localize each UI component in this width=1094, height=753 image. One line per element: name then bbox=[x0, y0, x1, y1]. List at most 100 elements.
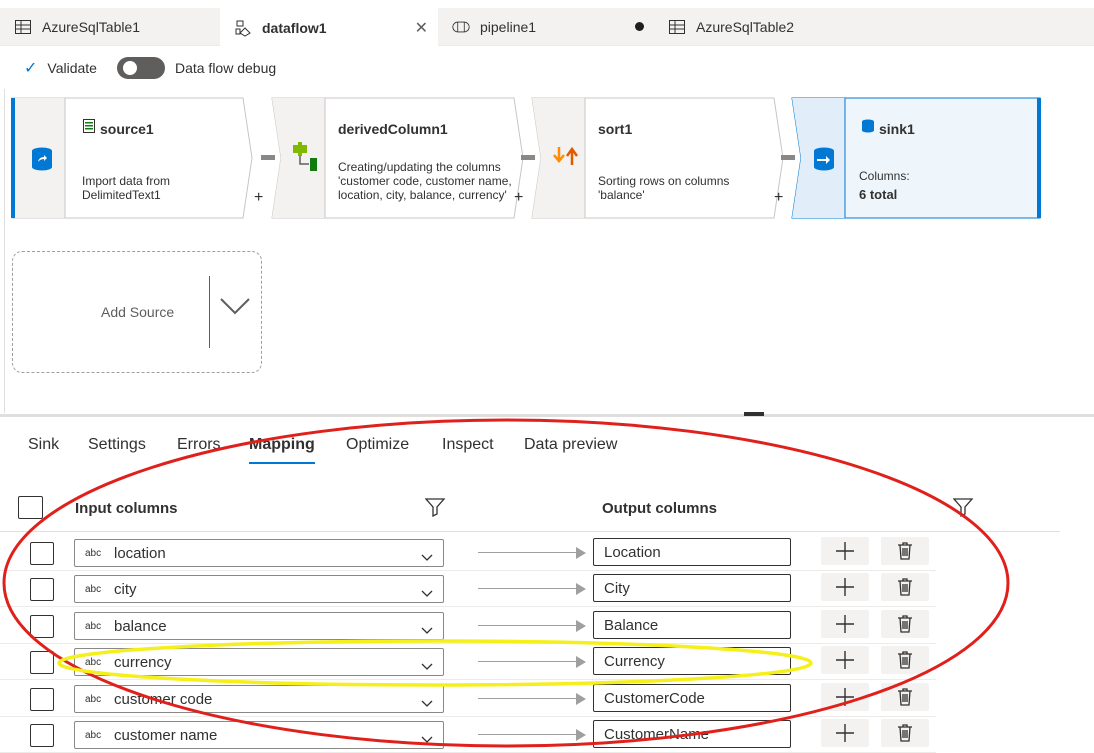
mapping-row: abc currency Currency bbox=[0, 644, 936, 681]
output-column-field[interactable]: Balance bbox=[593, 610, 791, 639]
add-transform-plus-icon[interactable]: + bbox=[514, 189, 523, 207]
add-mapping-button[interactable] bbox=[821, 682, 869, 711]
tab-pipeline1[interactable]: pipeline1 bbox=[438, 8, 654, 46]
mapping-arrow bbox=[478, 734, 578, 735]
source-database-icon bbox=[31, 147, 53, 176]
source1-node[interactable]: source1 Import data from DelimitedText1 bbox=[11, 97, 253, 219]
plus-icon bbox=[836, 687, 854, 706]
chevron-down-icon[interactable] bbox=[421, 585, 433, 603]
arrow-right-icon bbox=[576, 583, 586, 596]
sql-database-icon bbox=[861, 119, 875, 138]
string-type-icon: abc bbox=[85, 548, 102, 559]
trash-icon bbox=[898, 542, 912, 560]
input-column-select[interactable]: abc customer name bbox=[74, 721, 444, 749]
filter-icon[interactable] bbox=[952, 497, 974, 521]
input-column-select[interactable]: abc location bbox=[74, 539, 444, 567]
data-flow-debug-toggle[interactable] bbox=[116, 57, 165, 79]
delete-mapping-button[interactable] bbox=[881, 719, 929, 747]
mapping-row: abc customer code CustomerCode bbox=[0, 681, 936, 717]
add-transform-plus-icon[interactable]: + bbox=[774, 189, 783, 207]
tab-inspect[interactable]: Inspect bbox=[442, 436, 494, 454]
plus-icon bbox=[836, 724, 854, 742]
chevron-down-icon[interactable] bbox=[421, 622, 433, 640]
sort1-node[interactable]: sort1 Sorting rows on columns 'balance' bbox=[531, 97, 784, 219]
tab-dataflow1[interactable]: dataflow1 ✕ bbox=[220, 8, 438, 47]
columns-total: 6 total bbox=[859, 187, 898, 202]
node-description: Sorting rows on columns 'balance' bbox=[598, 174, 730, 202]
output-column-field[interactable]: City bbox=[593, 574, 791, 603]
validate-button[interactable]: ✓ Validate bbox=[24, 58, 97, 78]
tab-data-preview[interactable]: Data preview bbox=[524, 436, 617, 454]
add-transform-plus-icon[interactable]: + bbox=[254, 189, 263, 207]
row-checkbox[interactable] bbox=[30, 651, 54, 675]
add-mapping-button[interactable] bbox=[821, 537, 869, 565]
pipeline-icon bbox=[452, 18, 470, 36]
trash-icon bbox=[898, 724, 912, 742]
output-column-field[interactable]: Currency bbox=[593, 647, 791, 676]
tab-azuresqltable1[interactable]: AzureSqlTable1 bbox=[0, 8, 220, 46]
columns-label: Columns: bbox=[859, 169, 910, 183]
chevron-down-icon[interactable] bbox=[219, 296, 251, 321]
chevron-down-icon[interactable] bbox=[421, 731, 433, 749]
output-column-value: CustomerName bbox=[604, 726, 710, 743]
output-column-value: Balance bbox=[604, 616, 659, 634]
delete-mapping-button[interactable] bbox=[881, 646, 929, 675]
input-column-value: location bbox=[114, 545, 166, 562]
add-mapping-button[interactable] bbox=[821, 609, 869, 638]
splitter-grip[interactable] bbox=[744, 412, 764, 416]
tab-errors[interactable]: Errors bbox=[177, 436, 221, 454]
tab-optimize[interactable]: Optimize bbox=[346, 436, 409, 454]
row-checkbox[interactable] bbox=[30, 614, 54, 638]
mapping-arrow bbox=[478, 624, 578, 626]
tab-label: pipeline1 bbox=[480, 19, 537, 35]
mapping-row: abc customer name CustomerName bbox=[0, 717, 936, 753]
row-checkbox[interactable] bbox=[30, 578, 54, 602]
delete-mapping-button[interactable] bbox=[881, 682, 929, 711]
file-icon bbox=[83, 119, 95, 138]
input-column-select[interactable]: abc currency bbox=[74, 648, 444, 677]
add-mapping-button[interactable] bbox=[821, 646, 869, 675]
node-description: Import data from DelimitedText1 bbox=[82, 174, 171, 202]
validate-label: Validate bbox=[47, 60, 97, 76]
derivedcolumn1-node[interactable]: derivedColumn1 Creating/updating the col… bbox=[271, 97, 524, 219]
arrow-right-icon bbox=[576, 692, 586, 705]
add-source-placeholder[interactable]: Add Source bbox=[12, 251, 262, 373]
tab-label: AzureSqlTable1 bbox=[42, 19, 141, 35]
row-checkbox[interactable] bbox=[30, 724, 54, 747]
input-column-select[interactable]: abc balance bbox=[74, 611, 444, 640]
row-checkbox[interactable] bbox=[30, 542, 54, 565]
output-column-value: Location bbox=[604, 544, 661, 561]
chevron-down-icon[interactable] bbox=[421, 695, 433, 713]
input-column-select[interactable]: abc customer code bbox=[74, 684, 444, 713]
tab-sink[interactable]: Sink bbox=[28, 436, 59, 454]
divider bbox=[209, 276, 210, 348]
chevron-down-icon[interactable] bbox=[421, 549, 433, 567]
node-title: derivedColumn1 bbox=[338, 121, 448, 137]
sink1-node[interactable]: sink1 Columns: 6 total bbox=[791, 97, 1047, 219]
dataflow-canvas[interactable]: source1 Import data from DelimitedText1 … bbox=[4, 89, 1094, 413]
delete-mapping-button[interactable] bbox=[881, 609, 929, 638]
panel-splitter[interactable] bbox=[0, 412, 1094, 417]
tab-settings[interactable]: Settings bbox=[88, 436, 146, 454]
add-mapping-button[interactable] bbox=[821, 719, 869, 747]
close-tab-icon[interactable]: ✕ bbox=[415, 18, 428, 38]
arrow-right-icon bbox=[576, 729, 586, 741]
mapping-arrow bbox=[478, 552, 578, 553]
filter-icon[interactable] bbox=[424, 497, 446, 521]
chevron-down-icon[interactable] bbox=[421, 658, 433, 676]
trash-icon bbox=[898, 651, 912, 669]
add-mapping-button[interactable] bbox=[821, 573, 869, 602]
delete-mapping-button[interactable] bbox=[881, 573, 929, 602]
input-column-select[interactable]: abc city bbox=[74, 575, 444, 604]
mapping-row: abc city City bbox=[0, 571, 936, 608]
output-column-value: City bbox=[604, 580, 630, 598]
output-column-field[interactable]: CustomerCode bbox=[593, 683, 791, 712]
tab-mapping[interactable]: Mapping bbox=[249, 436, 315, 464]
select-all-checkbox[interactable] bbox=[18, 496, 43, 519]
row-checkbox[interactable] bbox=[30, 687, 54, 711]
output-column-field[interactable]: Location bbox=[593, 538, 791, 566]
delete-mapping-button[interactable] bbox=[881, 537, 929, 565]
output-column-field[interactable]: CustomerName bbox=[593, 720, 791, 748]
derived-column-icon bbox=[291, 142, 319, 177]
tab-azuresqltable2[interactable]: AzureSqlTable2 bbox=[654, 8, 870, 46]
